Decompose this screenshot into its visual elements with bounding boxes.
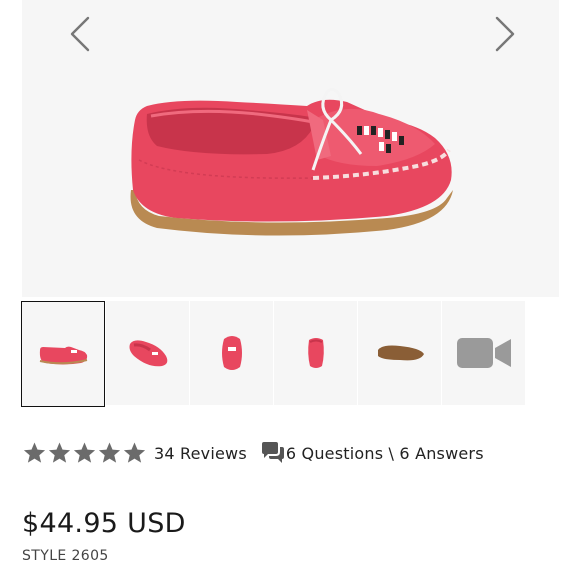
chevron-right-icon[interactable]	[487, 14, 521, 54]
star-icon	[123, 442, 146, 463]
thumb-back-view[interactable]	[274, 301, 357, 405]
thumb-sole-view[interactable]	[358, 301, 441, 405]
rating-summary: 34 Reviews 6 Questions \ 6 Answers	[22, 438, 562, 468]
style-number: STYLE 2605	[22, 548, 109, 564]
thumb-video[interactable]	[442, 301, 525, 405]
product-image-gallery	[22, 0, 559, 297]
main-product-image	[130, 87, 453, 236]
chevron-left-icon[interactable]	[64, 14, 98, 54]
thumbnail-strip	[21, 301, 559, 407]
thumb-side-view[interactable]	[21, 301, 105, 407]
questions-answers-link[interactable]: 6 Questions \ 6 Answers	[286, 444, 484, 463]
thumb-angled-view[interactable]	[106, 301, 189, 405]
star-icon	[48, 442, 71, 463]
product-price: $44.95 USD	[22, 508, 186, 539]
star-icon	[98, 442, 121, 463]
video-camera-icon	[456, 338, 511, 368]
reviews-link[interactable]: 34 Reviews	[154, 444, 247, 463]
star-icon	[23, 442, 46, 463]
star-rating	[22, 441, 147, 465]
thumb-front-view[interactable]	[190, 301, 273, 405]
chat-bubbles-icon	[261, 442, 284, 463]
star-icon	[73, 442, 96, 463]
